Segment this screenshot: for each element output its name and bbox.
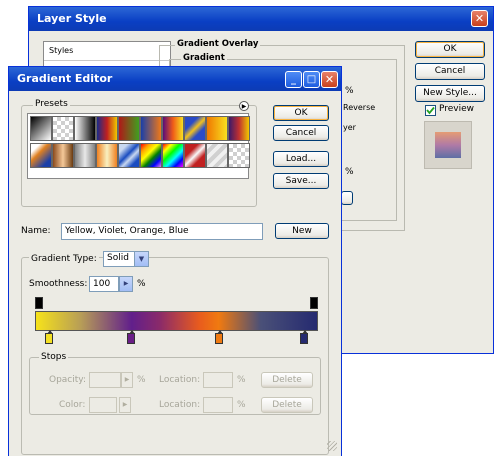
preview-label: Preview [439,104,475,114]
new-button[interactable]: New [275,223,329,239]
opacity-percent: % [137,375,146,385]
cancel-button[interactable]: Cancel [273,125,329,141]
smoothness-slider-arrow-icon[interactable]: ▶ [119,276,133,292]
preset-swatch[interactable] [74,143,96,168]
new-style-button[interactable]: New Style... [415,85,485,102]
preset-swatch[interactable] [30,116,52,141]
preset-swatch[interactable] [118,116,140,141]
preview-frame [424,121,472,169]
preset-swatch[interactable] [140,116,162,141]
preset-swatch[interactable] [30,143,52,168]
styles-list-item[interactable]: Styles [49,46,73,55]
opacity-label: Opacity: [49,375,86,385]
opacity-stop[interactable] [35,297,43,309]
load-button[interactable]: Load... [273,151,329,167]
smoothness-input[interactable]: 100 [89,276,119,292]
presets-menu-icon[interactable]: ▶ [239,101,249,111]
preset-swatch[interactable] [206,116,228,141]
opacity-stop[interactable] [310,297,318,309]
preset-swatch[interactable] [118,143,140,168]
preset-swatch[interactable] [140,143,162,168]
opacity-slider-arrow-icon: ▶ [121,372,133,388]
preview-checkbox[interactable] [425,105,436,116]
opacity-location-input [203,372,233,388]
preset-swatch[interactable] [96,116,118,141]
gradient-type-value: Solid [107,253,129,263]
name-input[interactable]: Yellow, Violet, Orange, Blue [61,223,263,240]
color-label: Color: [59,400,86,410]
reverse-checkbox-label: Reverse [343,103,376,112]
chevron-down-icon[interactable]: ▼ [134,252,148,266]
minimize-icon[interactable]: _ [285,71,302,88]
layer-style-cancel-button[interactable]: Cancel [415,63,485,80]
preset-swatch-grid [30,116,250,170]
color-location-label: Location: [159,400,201,410]
gradient-subgroup-title: Gradient [181,53,227,63]
opacity-location-label: Location: [159,375,201,385]
ok-button[interactable]: OK [273,105,329,121]
color-stop[interactable] [127,330,136,344]
gradient-type-select[interactable]: Solid ▼ [103,251,149,267]
opacity-input [89,372,121,388]
maximize-icon[interactable]: □ [303,71,320,88]
layer-style-ok-button[interactable]: OK [415,41,485,58]
close-icon[interactable]: ✕ [471,10,488,27]
opacity-location-percent: % [237,375,246,385]
name-label: Name: [21,226,51,236]
preset-swatch[interactable] [52,116,74,141]
reset-button[interactable] [341,191,353,205]
color-stop[interactable] [45,330,54,344]
save-button[interactable]: Save... [273,173,329,189]
gradient-type-label: Gradient Type: [29,254,99,264]
color-stop[interactable] [214,330,223,344]
smoothness-label: Smoothness: [29,279,88,289]
opacity-percent-label: % [345,86,354,96]
preview-swatch [435,132,461,158]
preset-swatch[interactable] [184,116,206,141]
gradient-overlay-title: Gradient Overlay [175,39,261,49]
align-with-layer-label: yer [343,123,356,132]
close-icon[interactable]: ✕ [321,71,338,88]
checkmark-icon [426,106,435,115]
color-location-input [203,397,233,413]
scale-percent-label: % [345,167,354,177]
color-swatch [89,397,117,413]
color-delete-button: Delete [261,397,313,413]
presets-list[interactable] [27,113,250,179]
layer-style-title: Layer Style [29,7,493,31]
preset-swatch[interactable] [52,143,74,168]
stops-label: Stops [39,352,69,362]
gradient-bar[interactable] [35,311,318,331]
presets-label: Presets [33,99,70,109]
preset-swatch[interactable] [184,143,206,168]
gradient-editor-window: Gradient Editor _ □ ✕ Presets ▶ OK Cance… [8,66,342,456]
gradient-ramp-area[interactable] [31,295,323,347]
color-menu-arrow-icon: ▶ [119,397,131,413]
preset-swatch[interactable] [162,143,184,168]
preset-swatch[interactable] [228,116,250,141]
preset-swatch[interactable] [162,116,184,141]
preset-swatch[interactable] [228,143,250,168]
color-location-percent: % [237,400,246,410]
color-stop[interactable] [299,330,308,344]
preset-swatch[interactable] [74,116,96,141]
preset-swatch[interactable] [96,143,118,168]
smoothness-unit: % [137,279,146,289]
opacity-delete-button: Delete [261,372,313,388]
preset-swatch[interactable] [206,143,228,168]
resize-grip-icon[interactable] [327,441,337,451]
